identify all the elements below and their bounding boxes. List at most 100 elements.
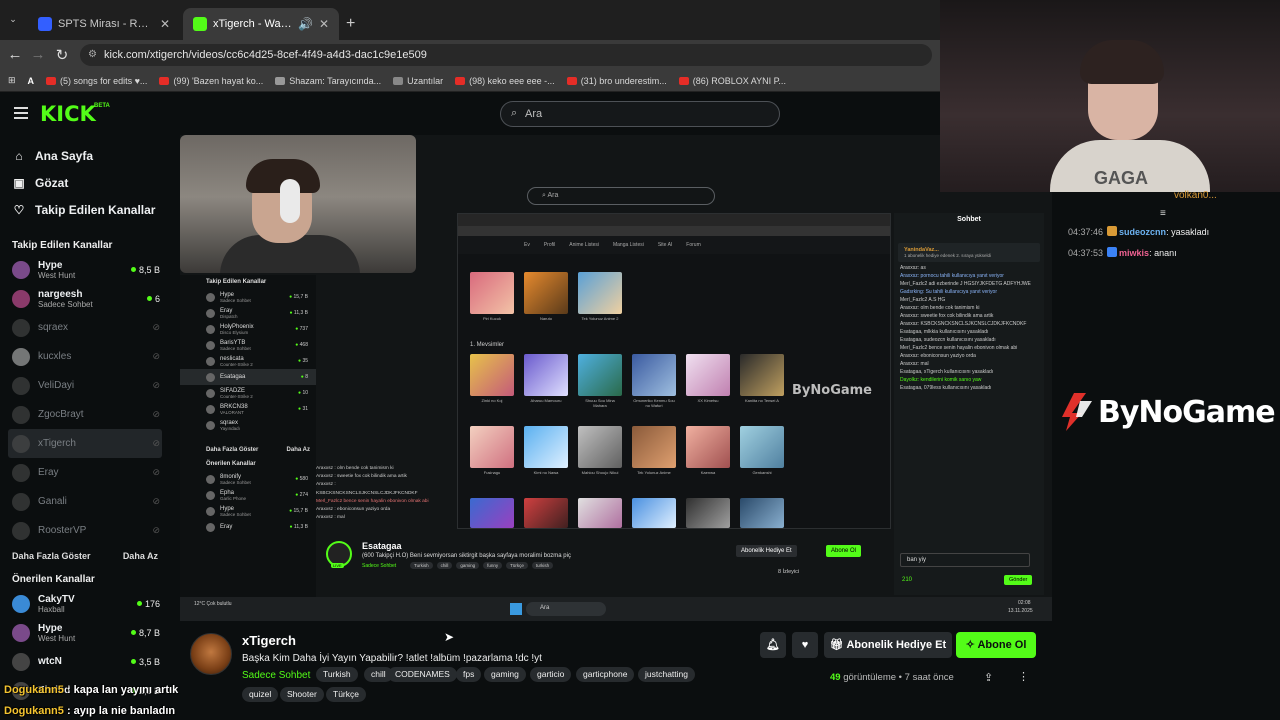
follow-button[interactable]: ♥	[792, 632, 818, 658]
bookmark-item[interactable]: (31) bro underestim...	[566, 76, 667, 86]
hamburger-menu-icon[interactable]	[14, 107, 28, 119]
captured-search-bar: ⌕ Ara	[527, 187, 715, 205]
gift-sub-button[interactable]: 🎁︎ Abonelik Hediye Et	[824, 632, 952, 658]
beta-label: BETA	[94, 103, 110, 109]
offline-icon: ⊘	[152, 525, 160, 535]
followed-channel[interactable]: ZgocBrayt ⊘	[0, 400, 170, 429]
audio-icon[interactable]: 🔊	[298, 17, 313, 31]
chat-panel: volkan0... ≡ 04:37:46 sudeozcnn: yasaklad…	[1052, 190, 1280, 720]
nav-browse[interactable]: ▣ Gözat	[0, 169, 170, 196]
live-dot-icon	[130, 266, 136, 272]
video-player[interactable]: ⌕ Ara Takip Edilen Kanallar Hype Sadece S…	[180, 135, 1052, 621]
nav-home[interactable]: ⌂ Ana Sayfa	[0, 142, 170, 169]
bookmark-item[interactable]: Shazam: Tarayıcında...	[275, 76, 381, 86]
forward-arrow-icon[interactable]: →	[29, 46, 47, 63]
followed-channel-active[interactable]: xTigerch ⊘	[8, 429, 162, 458]
site-info-icon[interactable]: ⚙	[88, 44, 97, 66]
share-icon[interactable]: ⇪	[984, 671, 993, 684]
captured-channel: HolyPhoenixDisco Elysium737	[180, 321, 316, 337]
mouse-cursor-icon: ➤	[444, 630, 455, 644]
followed-channel[interactable]: kucxles ⊘	[0, 342, 170, 371]
offline-icon: ⊘	[152, 380, 160, 390]
chat-message: 04:37:53 miwkis: ananı	[1068, 247, 1177, 258]
close-tab-icon[interactable]: ✕	[319, 17, 329, 31]
browse-icon: ▣	[13, 175, 25, 190]
avatar	[12, 492, 30, 511]
captured-channel: Esatagaa8	[180, 369, 316, 385]
followed-channel[interactable]: RoosterVP ⊘	[0, 516, 170, 545]
sparkle-icon: ✧	[965, 639, 978, 651]
recommended-channel[interactable]: CakyTV Haxball 176	[0, 589, 170, 618]
bookmark-item[interactable]: (5) songs for edits ♥...	[46, 76, 147, 86]
nav-following[interactable]: ♡ Takip Edilen Kanallar	[0, 196, 170, 223]
stream-title: Başka Kim Daha İyi Yayın Yapabilir? !atl…	[242, 653, 542, 664]
followed-channel[interactable]: VeliDayi ⊘	[0, 371, 170, 400]
apps-grid-icon[interactable]: ⊞	[8, 75, 16, 86]
show-more-row: Daha Fazla Göster Daha Az	[0, 545, 170, 567]
tag[interactable]: Turkish	[316, 667, 358, 682]
browser-tab-roblox[interactable]: SPTS Mirası - Roblox ✕	[28, 8, 180, 40]
anime-poster	[524, 426, 568, 468]
stream-category[interactable]: Sadece Sohbet	[242, 670, 310, 681]
gift-icon: 🎁︎	[829, 639, 847, 651]
followed-channel[interactable]: Ganali ⊘	[0, 487, 170, 516]
overlay-chat-line: Dogukann5 : kapa lan yayını artık	[4, 684, 179, 696]
tag[interactable]: quizel	[242, 687, 279, 702]
tag[interactable]: CODENAMES	[388, 667, 457, 682]
subscribe-button[interactable]: ✧ Abone Ol	[956, 632, 1036, 658]
bookmark-item[interactable]: (99) 'Bazen hayat ko...	[159, 76, 263, 86]
browser-tab-kick[interactable]: xTigerch - Watch the VOD o 🔊 ✕	[183, 8, 339, 40]
followed-channel[interactable]: nargeesh Sadece Sohbet 6	[0, 284, 170, 313]
new-tab-button[interactable]: +	[346, 16, 355, 32]
search-input[interactable]	[525, 106, 765, 122]
reload-icon[interactable]: ↻	[53, 46, 71, 64]
tag[interactable]: Shooter	[280, 687, 324, 702]
bookmark-a[interactable]: A	[28, 76, 35, 86]
address-bar[interactable]: ⚙ kick.com/xtigerch/videos/cc6c4d25-8cef…	[80, 44, 932, 66]
tag[interactable]: garticphone	[576, 667, 635, 682]
kick-logo[interactable]: KICK	[40, 102, 96, 126]
bookmark-item[interactable]: (86) ROBLOX AYNI P...	[678, 76, 786, 86]
tab-search-button[interactable]: ⌄	[6, 14, 20, 28]
notification-bell-button[interactable]: 🔔︎	[760, 632, 786, 658]
show-less-button[interactable]: Daha Az	[123, 545, 158, 567]
captured-heading: Takip Edilen Kanallar	[206, 279, 267, 285]
tab-title: xTigerch - Watch the VOD o	[213, 18, 292, 30]
followed-heading: Takip Edilen Kanallar	[12, 240, 113, 251]
more-options-icon[interactable]: ⋮	[1018, 670, 1029, 683]
windows-start-icon	[510, 603, 522, 615]
search-box[interactable]: ⌕	[500, 101, 780, 127]
roblox-favicon-icon	[38, 17, 52, 31]
recommended-channel[interactable]: Hype West Hunt 8,7 B	[0, 618, 170, 647]
followed-channel[interactable]: sqraex ⊘	[0, 313, 170, 342]
tag[interactable]: garticio	[530, 667, 572, 682]
offline-icon: ⊘	[152, 496, 160, 506]
back-arrow-icon[interactable]: ←	[6, 46, 24, 63]
tag[interactable]: fps	[456, 667, 482, 682]
anime-poster	[470, 426, 514, 468]
anime-poster	[578, 272, 622, 314]
followed-channel[interactable]: Eray ⊘	[0, 458, 170, 487]
streamer-name[interactable]: xTigerch	[242, 633, 296, 648]
top-gifters-row: volkan0...	[1174, 190, 1217, 201]
avatar	[12, 318, 30, 337]
tag[interactable]: justchatting	[638, 667, 695, 682]
recommended-heading: Önerilen Kanallar	[12, 574, 95, 585]
followed-channel[interactable]: Hype West Hunt 8,5 B	[0, 255, 170, 284]
chat-filter-icon[interactable]: ≡	[1160, 208, 1166, 219]
tag[interactable]: gaming	[484, 667, 526, 682]
heart-icon: ♥	[801, 639, 809, 651]
close-tab-icon[interactable]: ✕	[160, 17, 170, 31]
recommended-channel[interactable]: wtcN 3,5 B	[0, 647, 170, 676]
live-dot-icon	[130, 629, 136, 635]
anime-poster	[470, 272, 514, 314]
subscriber-badge-icon	[1107, 247, 1118, 257]
streamer-avatar[interactable]	[190, 633, 232, 675]
anime-poster	[524, 272, 568, 314]
bookmark-item[interactable]: Uzantılar	[393, 76, 443, 86]
tag[interactable]: Türkçe	[326, 687, 366, 702]
show-more-button[interactable]: Daha Fazla Göster	[12, 545, 91, 567]
bookmark-item[interactable]: (98) keko eee eee -...	[455, 76, 555, 86]
avatar	[12, 405, 30, 424]
bookmarks-bar: ⊞ A (5) songs for edits ♥... (99) 'Bazen…	[0, 70, 940, 92]
